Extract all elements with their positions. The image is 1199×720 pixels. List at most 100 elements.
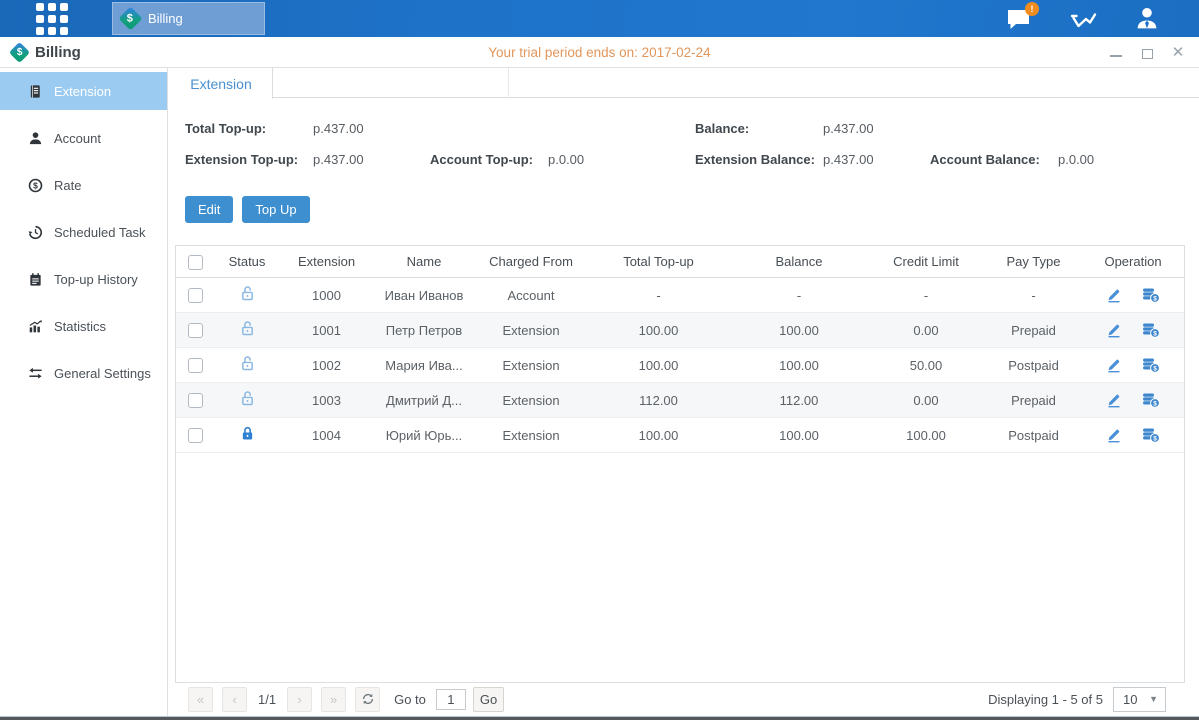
top-up-button[interactable]: Top Up bbox=[242, 196, 309, 223]
cell-balance: 112.00 bbox=[729, 393, 869, 408]
cell-balance: 100.00 bbox=[729, 428, 869, 443]
line-chart-icon[interactable] bbox=[1069, 6, 1097, 32]
extensions-table: Status Extension Name Charged From Total… bbox=[175, 245, 1185, 683]
row-checkbox[interactable] bbox=[188, 358, 203, 373]
cell-extension: 1003 bbox=[279, 393, 374, 408]
sidebar-item-label: Account bbox=[54, 131, 101, 146]
cell-charged-from: Extension bbox=[474, 428, 588, 443]
cell-name: Петр Петров bbox=[374, 323, 474, 338]
previous-page-icon[interactable]: ‹ bbox=[222, 687, 247, 712]
column-header-credit-limit: Credit Limit bbox=[869, 254, 983, 269]
cell-charged-from: Extension bbox=[474, 393, 588, 408]
row-checkbox[interactable] bbox=[188, 288, 203, 303]
svg-text:$: $ bbox=[33, 180, 38, 190]
user-icon bbox=[28, 131, 43, 146]
tab-extension[interactable]: Extension bbox=[170, 68, 273, 99]
topup-coins-icon[interactable]: $ bbox=[1142, 322, 1160, 338]
svg-text:$: $ bbox=[1153, 295, 1157, 302]
tab-strip-divider bbox=[508, 68, 509, 98]
cell-pay-type: Postpaid bbox=[983, 358, 1084, 373]
row-checkbox[interactable] bbox=[188, 428, 203, 443]
taskbar-tab-label: Billing bbox=[148, 11, 183, 26]
cell-balance: 100.00 bbox=[729, 323, 869, 338]
main-content: Extension Total Top-up: p.437.00 Balance… bbox=[168, 68, 1199, 716]
tab-label: Extension bbox=[190, 76, 251, 92]
first-page-icon[interactable]: « bbox=[188, 687, 213, 712]
sidebar-item-extension[interactable]: Extension bbox=[0, 72, 167, 110]
sidebar-item-account[interactable]: Account bbox=[0, 119, 167, 157]
close-icon[interactable]: ✕ bbox=[1171, 46, 1185, 60]
cell-name: Дмитрий Д... bbox=[374, 393, 474, 408]
balance-label: Balance: bbox=[695, 120, 749, 138]
column-header-balance: Balance bbox=[729, 254, 869, 269]
go-to-page-input[interactable] bbox=[436, 689, 466, 710]
sidebar-item-topup-history[interactable]: Top-up History bbox=[0, 260, 167, 298]
extension-balance-value: p.437.00 bbox=[823, 151, 874, 169]
pagination-toolbar: « ‹ 1/1 › » Go to Go Displaying 1 - 5 of… bbox=[168, 685, 1199, 713]
page-size-select[interactable]: 10 ▼ bbox=[1113, 687, 1166, 712]
topup-coins-icon[interactable]: $ bbox=[1142, 392, 1160, 408]
edit-pencil-icon[interactable] bbox=[1106, 322, 1122, 338]
extension-balance-label: Extension Balance: bbox=[695, 151, 815, 169]
user-account-icon[interactable] bbox=[1133, 6, 1161, 32]
cell-balance: - bbox=[729, 288, 869, 303]
table-row: 1003 Дмитрий Д... Extension 112.00 112.0… bbox=[176, 383, 1184, 418]
topup-coins-icon[interactable]: $ bbox=[1142, 287, 1160, 303]
sidebar-item-scheduled-task[interactable]: Scheduled Task bbox=[0, 213, 167, 251]
refresh-icon[interactable] bbox=[355, 687, 380, 712]
edit-pencil-icon[interactable] bbox=[1106, 427, 1122, 443]
notepad-icon bbox=[28, 272, 43, 287]
cell-total-topup: 100.00 bbox=[588, 428, 729, 443]
cell-extension: 1001 bbox=[279, 323, 374, 338]
row-checkbox[interactable] bbox=[188, 393, 203, 408]
sidebar-item-label: Statistics bbox=[54, 319, 106, 334]
balance-summary: Total Top-up: p.437.00 Balance: p.437.00… bbox=[168, 120, 1199, 192]
account-balance-label: Account Balance: bbox=[930, 151, 1040, 169]
edit-button[interactable]: Edit bbox=[185, 196, 233, 223]
topup-coins-icon[interactable]: $ bbox=[1142, 357, 1160, 373]
sidebar-item-label: Scheduled Task bbox=[54, 225, 146, 240]
sidebar-item-rate[interactable]: $ Rate bbox=[0, 166, 167, 204]
table-row: 1004 Юрий Юрь... Extension 100.00 100.00… bbox=[176, 418, 1184, 453]
unlocked-icon bbox=[239, 360, 256, 375]
balance-value: p.437.00 bbox=[823, 120, 874, 138]
svg-text:$: $ bbox=[1153, 330, 1157, 337]
cell-extension: 1002 bbox=[279, 358, 374, 373]
maximize-icon[interactable] bbox=[1140, 46, 1154, 60]
taskbar-tab-billing[interactable]: $ Billing bbox=[112, 2, 265, 35]
bar-chart-icon bbox=[28, 319, 43, 334]
table-body: 1000 Иван Иванов Account - - - - $ 1001 … bbox=[176, 278, 1184, 453]
apps-grid-icon[interactable] bbox=[36, 3, 68, 35]
go-button[interactable]: Go bbox=[473, 687, 504, 712]
column-header-total-topup: Total Top-up bbox=[588, 254, 729, 269]
cell-charged-from: Extension bbox=[474, 358, 588, 373]
cell-credit-limit: - bbox=[869, 288, 983, 303]
minimize-icon[interactable] bbox=[1109, 46, 1123, 60]
last-page-icon[interactable]: » bbox=[321, 687, 346, 712]
messages-icon[interactable]: ! bbox=[1005, 6, 1033, 32]
edit-pencil-icon[interactable] bbox=[1106, 392, 1122, 408]
total-topup-label: Total Top-up: bbox=[185, 120, 266, 138]
app-window: $ Billing ! $ bbox=[0, 0, 1199, 720]
dollar-circle-icon: $ bbox=[28, 178, 43, 193]
next-page-icon[interactable]: › bbox=[287, 687, 312, 712]
topup-coins-icon[interactable]: $ bbox=[1142, 427, 1160, 443]
select-all-checkbox[interactable] bbox=[188, 255, 203, 270]
column-header-status: Status bbox=[215, 254, 279, 269]
page-size-value: 10 bbox=[1123, 692, 1137, 707]
ledger-icon bbox=[28, 84, 43, 99]
unlocked-icon bbox=[239, 290, 256, 305]
trial-period-message: Your trial period ends on: 2017-02-24 bbox=[0, 37, 1199, 68]
window-title-bar: $ Billing Your trial period ends on: 201… bbox=[0, 37, 1199, 68]
table-row: 1001 Петр Петров Extension 100.00 100.00… bbox=[176, 313, 1184, 348]
edit-pencil-icon[interactable] bbox=[1106, 287, 1122, 303]
edit-pencil-icon[interactable] bbox=[1106, 357, 1122, 373]
svg-text:$: $ bbox=[1153, 400, 1157, 407]
cell-name: Юрий Юрь... bbox=[374, 428, 474, 443]
account-topup-label: Account Top-up: bbox=[430, 151, 533, 169]
locked-icon bbox=[239, 430, 256, 445]
cell-credit-limit: 50.00 bbox=[869, 358, 983, 373]
sidebar-item-statistics[interactable]: Statistics bbox=[0, 307, 167, 345]
sidebar-item-general-settings[interactable]: General Settings bbox=[0, 354, 167, 392]
row-checkbox[interactable] bbox=[188, 323, 203, 338]
